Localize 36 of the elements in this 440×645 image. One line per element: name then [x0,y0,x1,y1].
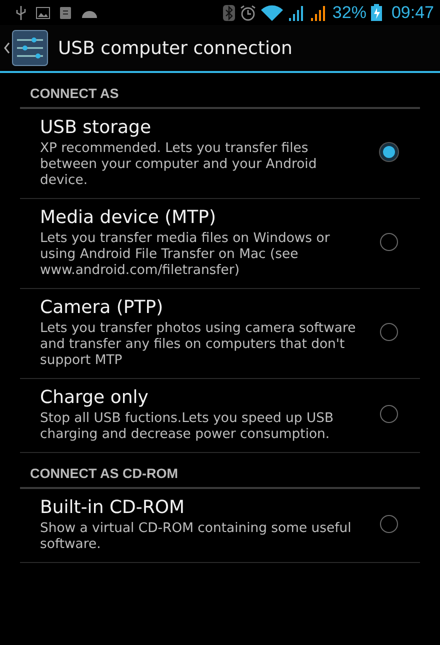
clock-time: 09:47 [391,2,434,22]
radio-button[interactable] [380,323,398,341]
option-title: Media device (MTP) [40,206,218,230]
screen-title: USB computer connection [58,38,292,58]
settings-icon [12,30,48,66]
caret-icon [4,42,10,54]
option-title: USB storage [40,116,152,140]
option-summary: Lets you transfer media files on Windows or using Android File Transfer on Mac (see www.android.com/filetransfer) [40,231,331,279]
option-row[interactable]: Camera (PTP) Lets you transfer photos using camera software and transfer any files on computers that don't support MTP [20,289,420,379]
bluetooth-icon [223,4,236,20]
clipboard-icon [60,6,71,19]
option-summary: Lets you transfer photos using camera software and transfer any files on computers that don't support MTP [40,321,357,369]
signal-icon [288,4,306,20]
option-row[interactable]: Charge only Stop all USB fuctions.Lets you speed up USB charging and decrease power consumption. [20,379,420,453]
alarm-clock-icon [240,4,256,20]
option-summary: Stop all USB fuctions.Lets you speed up USB charging and decrease power consumption. [40,411,335,443]
usb-icon [16,6,26,20]
section-header: CONNECT AS [30,86,119,101]
option-title: Camera (PTP) [40,296,164,320]
radio-button[interactable] [380,143,398,161]
option-row[interactable]: USB storage XP recommended. Lets you transfer files between your computer and your Android device. [20,109,420,199]
battery-percentage: 32% [332,2,366,22]
radio-button[interactable] [380,515,398,533]
section-header: CONNECT AS CD-ROM [30,466,178,481]
wifi-icon [261,4,284,20]
image-icon [36,6,50,18]
option-row[interactable]: Media device (MTP) Lets you transfer media files on Windows or using Android File Transfer on Mac (see www.android.com/filetransfer) [20,199,420,289]
option-title: Charge only [40,386,150,410]
radio-button[interactable] [380,233,398,251]
option-row[interactable]: Built-in CD-ROM Show a virtual CD-ROM containing some useful software. [20,489,420,563]
option-summary: Show a virtual CD-ROM containing some useful software. [40,521,352,553]
battery-charging-icon [371,4,382,21]
option-title: Built-in CD-ROM [40,496,186,520]
option-summary: XP recommended. Lets you transfer files between your computer and your Android device. [40,141,318,189]
signal-icon [310,4,328,20]
radio-button[interactable] [380,405,398,423]
